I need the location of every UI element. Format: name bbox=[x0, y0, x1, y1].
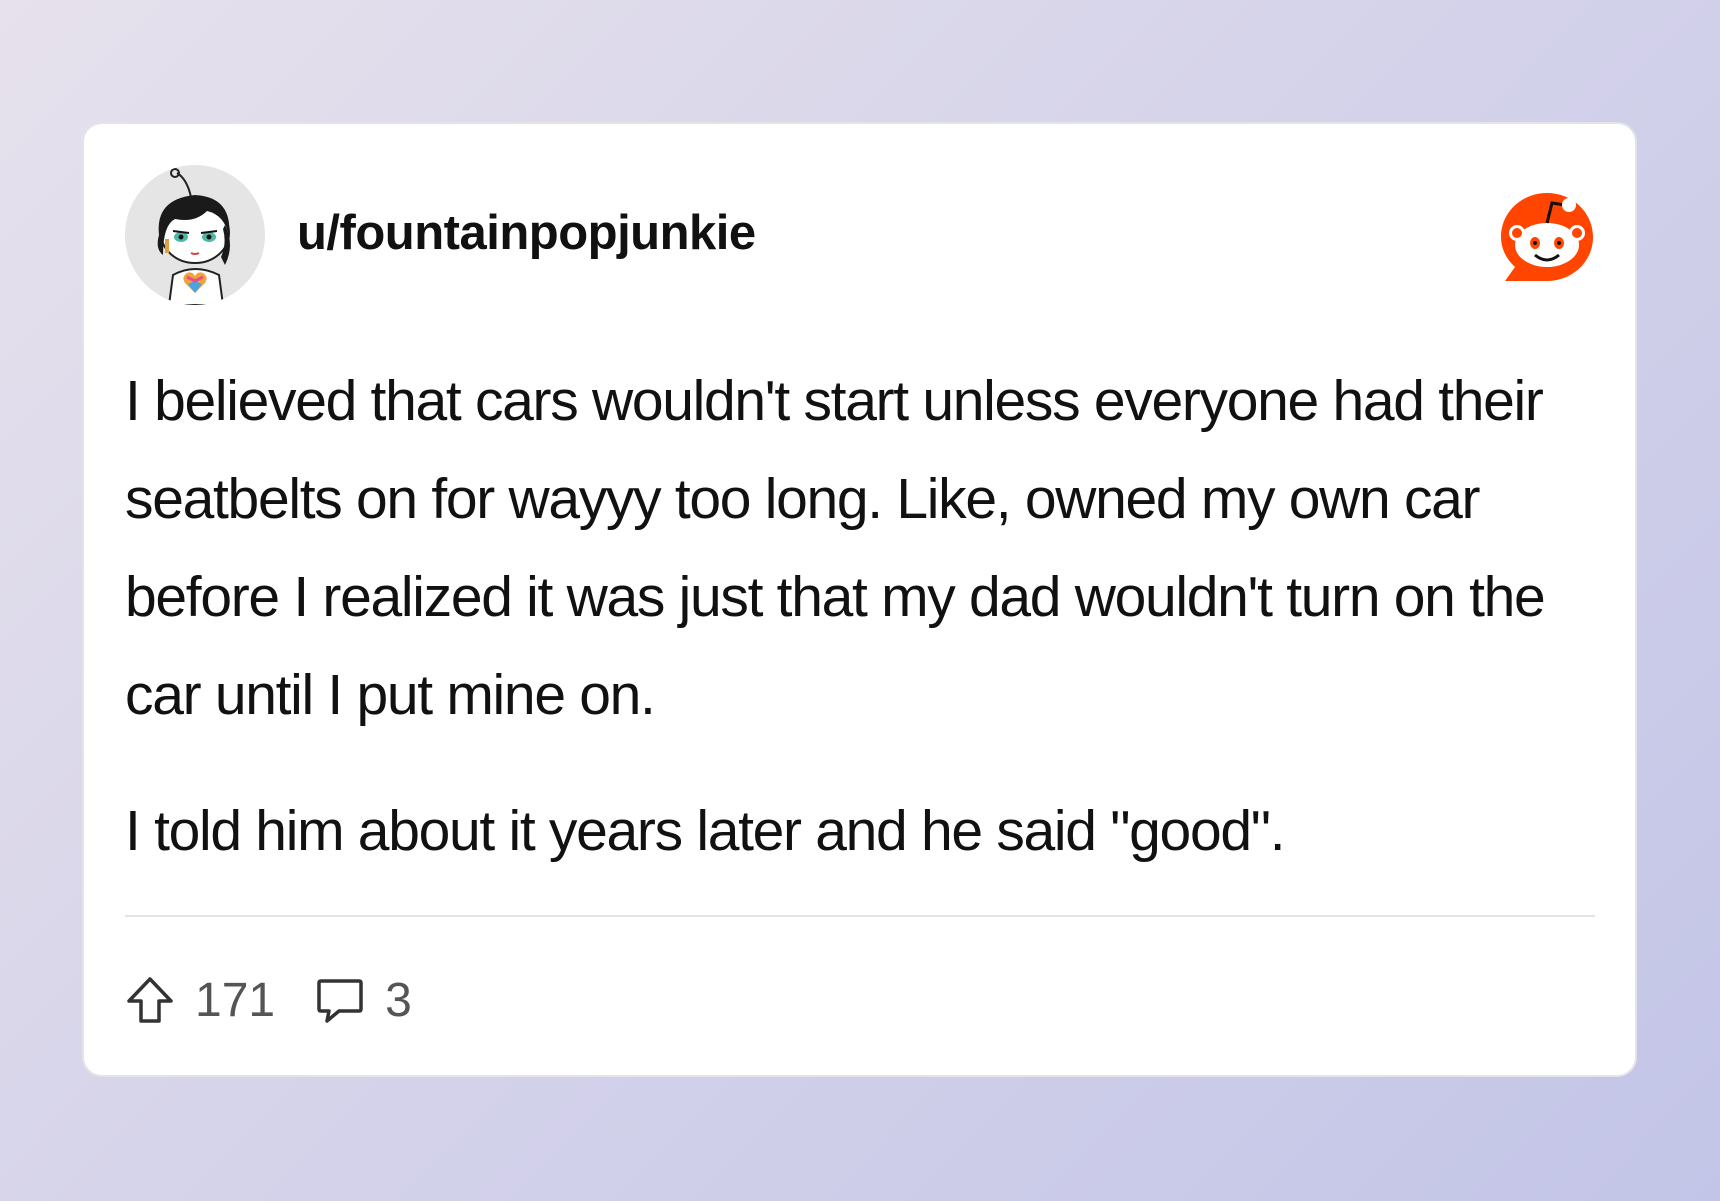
comment-bubble-icon[interactable] bbox=[315, 975, 365, 1025]
post-body: I believed that cars wouldn't start unle… bbox=[125, 352, 1605, 880]
reddit-logo-icon[interactable] bbox=[1497, 187, 1597, 287]
divider bbox=[125, 915, 1595, 917]
post-header: u/fountainpopjunkie bbox=[125, 165, 1595, 305]
post-paragraph: I believed that cars wouldn't start unle… bbox=[125, 369, 1546, 727]
username[interactable]: u/fountainpopjunkie bbox=[297, 205, 756, 261]
post-actions: 171 3 bbox=[125, 970, 412, 1030]
comment-count: 3 bbox=[385, 973, 412, 1027]
post-paragraph: I told him about it years later and he s… bbox=[125, 799, 1286, 863]
snoo-avatar-icon bbox=[125, 165, 265, 305]
upvote-arrow-icon[interactable] bbox=[125, 975, 175, 1025]
post-card: u/fountainpopjunkie I believed that cars… bbox=[82, 122, 1637, 1077]
upvote-count: 171 bbox=[195, 973, 276, 1027]
user-avatar[interactable] bbox=[125, 165, 265, 305]
